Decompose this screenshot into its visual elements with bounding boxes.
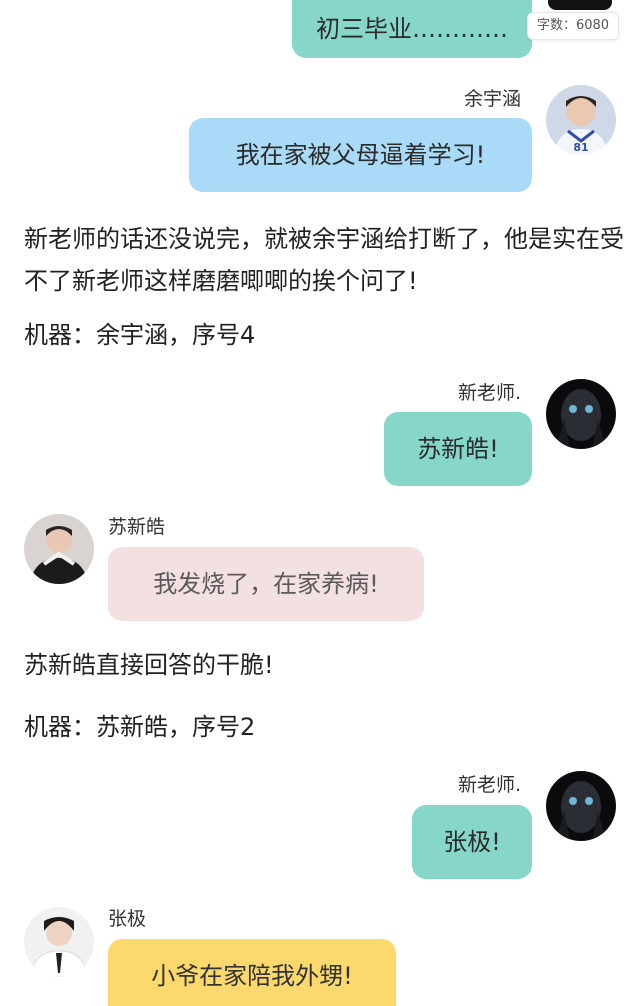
wordcount-decoration	[548, 0, 612, 10]
dark-mask-face-avatar[interactable]	[546, 379, 616, 449]
dark-mask-face-avatar[interactable]	[546, 771, 616, 841]
message-bubble: 小爷在家陪我外甥!	[108, 939, 396, 1006]
narration-paragraph: 机器：苏新皓，序号2	[24, 713, 256, 741]
word-count-label: 字数：6080	[536, 18, 610, 33]
speaker-name: 苏新皓	[108, 516, 166, 538]
chat-story-page: 初三毕业………… 字数：6080 余宇涵 81 我在家被父母逼着学习! 新老师的…	[0, 0, 640, 1006]
message-bubble: 我发烧了，在家养病!	[108, 547, 424, 621]
boy-posing-avatar[interactable]	[24, 514, 94, 584]
boy-jersey-81-avatar[interactable]: 81	[546, 85, 616, 155]
narration-paragraph: 机器：余宇涵，序号4	[24, 321, 256, 349]
message-text: 张极!	[443, 827, 501, 856]
narration-paragraph: 苏新皓直接回答的干脆!	[24, 651, 274, 679]
word-count-badge: 字数：6080	[527, 12, 619, 40]
message-text: 苏新皓!	[417, 434, 499, 463]
message-text: 我发烧了，在家养病!	[153, 569, 379, 598]
message-bubble: 苏新皓!	[384, 412, 532, 486]
speaker-name: 新老师.	[458, 774, 522, 796]
boy-white-shirt-avatar[interactable]	[24, 907, 94, 977]
narration-paragraph: 新老师的话还没说完，就被余宇涵给打断了，他是实在受不了新老师这样磨磨唧唧的挨个问…	[24, 225, 624, 295]
speaker-name: 余宇涵	[464, 88, 522, 110]
speaker-name: 新老师.	[458, 382, 522, 404]
message-text: 小爷在家陪我外甥!	[151, 961, 353, 990]
message-text: 我在家被父母逼着学习!	[235, 140, 486, 169]
message-bubble: 我在家被父母逼着学习!	[189, 118, 532, 192]
svg-text:81: 81	[573, 141, 588, 154]
message-bubble: 张极!	[412, 805, 532, 879]
message-bubble: 初三毕业…………	[292, 0, 532, 58]
speaker-name: 张极	[108, 908, 147, 930]
message-text: 初三毕业…………	[316, 14, 508, 43]
